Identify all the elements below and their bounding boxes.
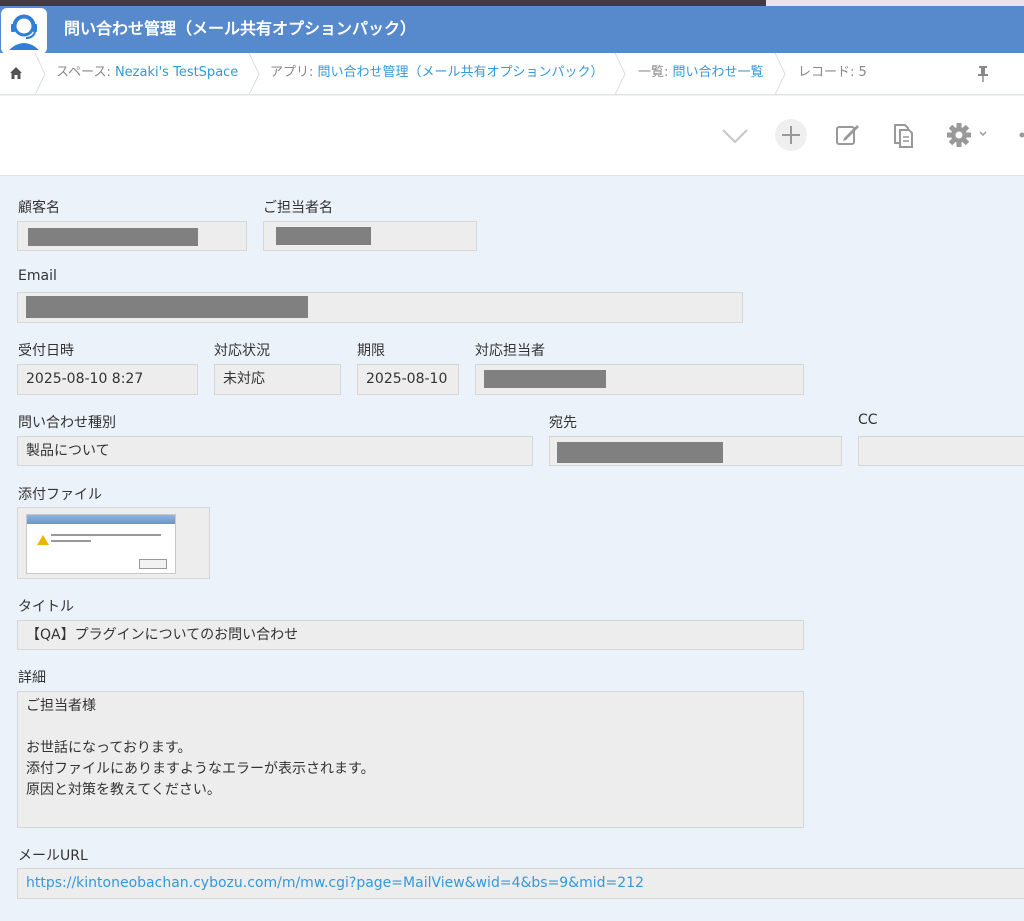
to-field [549, 436, 842, 466]
redaction-block [26, 296, 308, 318]
breadcrumb-separator [248, 53, 260, 95]
plus-icon[interactable] [774, 118, 808, 152]
redaction-block [557, 442, 723, 463]
support-agent-icon[interactable] [1, 8, 47, 54]
app-title[interactable]: 問い合わせ管理（メール共有オプションパック） [64, 6, 416, 53]
more-icon[interactable] [1014, 118, 1024, 152]
redaction-block [276, 227, 371, 245]
record-detail-form: 顧客名 ご担当者名 Email 受付日時 2025-08-10 8:27 対応状… [0, 177, 1024, 921]
deadline-field: 2025-08-10 [357, 364, 459, 395]
breadcrumb-space-prefix: スペース: [56, 65, 115, 80]
status-value: 未対応 [223, 371, 265, 387]
received-at-label: 受付日時 [18, 343, 74, 359]
attachment-label: 添付ファイル [18, 487, 102, 503]
thumbnail-ok-button [139, 559, 167, 569]
mail-url-link[interactable]: https://kintoneobachan.cybozu.com/m/mw.c… [26, 869, 644, 898]
contact-name-label: ご担当者名 [263, 200, 333, 216]
edit-icon[interactable] [830, 118, 864, 152]
thumbnail-titlebar [27, 515, 175, 524]
details-label: 詳細 [18, 670, 46, 686]
breadcrumb-separator [614, 53, 626, 95]
contact-name-field [263, 221, 477, 251]
redaction-block [28, 228, 198, 246]
record-toolbar [0, 96, 1024, 176]
subject-value: 【QA】プラグインについてのお問い合わせ [26, 627, 299, 643]
cc-field [858, 436, 1024, 466]
attachment-field [17, 507, 210, 579]
home-icon[interactable] [8, 65, 24, 81]
deadline-label: 期限 [357, 343, 385, 359]
breadcrumb-app-link[interactable]: 問い合わせ管理（メール共有オプションパック） [318, 65, 604, 80]
status-label: 対応状況 [214, 343, 270, 359]
customer-name-field [17, 221, 247, 251]
cc-label: CC [858, 412, 878, 428]
copy-icon[interactable] [886, 118, 920, 152]
breadcrumb-separator [774, 53, 786, 95]
thumbnail-text-line [51, 534, 161, 536]
inquiry-type-label: 問い合わせ種別 [18, 415, 116, 431]
breadcrumb-view: 一覧: 問い合わせ一覧 [638, 53, 764, 95]
breadcrumb-app-prefix: アプリ: [270, 65, 318, 80]
breadcrumb-space-link[interactable]: Nezaki's TestSpace [115, 65, 238, 80]
details-field: ご担当者様 お世話になっております。 添付ファイルにありますようなエラーが表示さ… [17, 691, 804, 828]
breadcrumb: スペース: Nezaki's TestSpace アプリ: 問い合わせ管理（メー… [0, 53, 1024, 95]
chevron-down-icon[interactable] [718, 118, 752, 152]
assignee-label: 対応担当者 [475, 343, 545, 359]
assignee-field [475, 364, 804, 395]
customer-name-label: 顧客名 [18, 200, 60, 216]
inquiry-type-field: 製品について [17, 436, 533, 466]
received-at-field: 2025-08-10 8:27 [17, 364, 198, 395]
received-at-value: 2025-08-10 8:27 [26, 371, 144, 387]
breadcrumb-view-prefix: 一覧: [638, 65, 673, 80]
subject-field: 【QA】プラグインについてのお問い合わせ [17, 620, 804, 650]
warning-icon [37, 535, 49, 545]
breadcrumb-app: アプリ: 問い合わせ管理（メール共有オプションパック） [270, 53, 604, 95]
thumbnail-text-line [51, 540, 91, 542]
email-label: Email [18, 268, 57, 284]
pin-icon[interactable] [975, 65, 991, 83]
deadline-value: 2025-08-10 [366, 371, 448, 387]
gear-icon[interactable] [942, 118, 992, 152]
breadcrumb-space: スペース: Nezaki's TestSpace [56, 53, 238, 95]
mail-url-label: メールURL [18, 848, 88, 864]
mail-url-field: https://kintoneobachan.cybozu.com/m/mw.c… [17, 868, 1024, 899]
attachment-thumbnail[interactable] [26, 514, 176, 574]
email-field [17, 292, 743, 323]
to-label: 宛先 [549, 415, 577, 431]
status-field: 未対応 [214, 364, 341, 395]
breadcrumb-separator [34, 53, 46, 95]
subject-label: タイトル [18, 599, 74, 615]
breadcrumb-record: レコード: 5 [798, 65, 867, 80]
app-header: 問い合わせ管理（メール共有オプションパック） [0, 6, 1024, 54]
inquiry-type-value: 製品について [26, 443, 110, 459]
breadcrumb-view-link[interactable]: 問い合わせ一覧 [673, 65, 764, 80]
redaction-block [484, 370, 606, 388]
